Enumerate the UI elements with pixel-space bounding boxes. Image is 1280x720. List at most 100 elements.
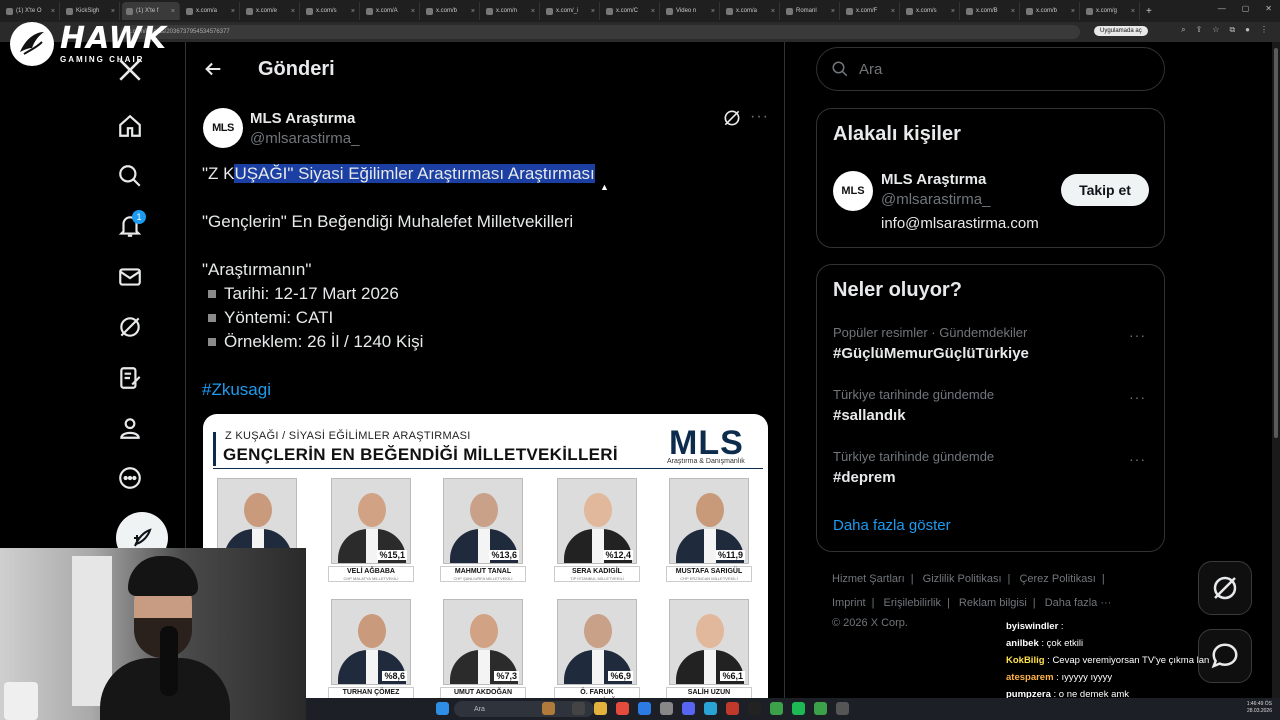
- taskbar-app-icon[interactable]: [660, 702, 673, 715]
- browser-tab[interactable]: x.com/e ×: [242, 2, 300, 20]
- tab-close-icon[interactable]: ×: [471, 8, 475, 15]
- footer-link[interactable]: Reklam bilgisi: [959, 597, 1027, 609]
- tab-close-icon[interactable]: ×: [171, 8, 175, 15]
- browser-tab[interactable]: Video n ×: [662, 2, 720, 20]
- related-handle[interactable]: @mlsarastirma_: [881, 191, 990, 208]
- file-explorer-icon[interactable]: [594, 702, 607, 715]
- browser-tab[interactable]: (1) X'te f ×: [122, 2, 180, 20]
- trend-more-icon[interactable]: ···: [1129, 451, 1146, 467]
- taskbar-app-icon[interactable]: [572, 702, 585, 715]
- extensions-icon[interactable]: ⧉: [1229, 25, 1235, 35]
- post-more-icon[interactable]: ···: [750, 108, 769, 126]
- zoom-icon[interactable]: ⌕: [1181, 25, 1185, 35]
- trend-item[interactable]: #sallandık: [833, 407, 906, 424]
- taskbar-app-icon[interactable]: [814, 702, 827, 715]
- hashtag-link[interactable]: #Zkusagi: [202, 380, 271, 400]
- footer-link[interactable]: Imprint: [832, 597, 866, 609]
- follow-button[interactable]: Takip et: [1061, 174, 1149, 206]
- profile-icon[interactable]: ●: [1245, 25, 1250, 35]
- back-arrow-icon[interactable]: [202, 58, 224, 85]
- browser-tab[interactable]: x.com/n ×: [482, 2, 540, 20]
- grok-floating-button[interactable]: [1198, 561, 1252, 615]
- taskbar-widget-icon[interactable]: [542, 702, 555, 715]
- scrollbar-thumb[interactable]: [1274, 48, 1278, 438]
- browser-tab[interactable]: (1) X'te O ×: [2, 2, 60, 20]
- browser-tab[interactable]: x.com/A ×: [362, 2, 420, 20]
- browser-tab[interactable]: x.com/C ×: [602, 2, 660, 20]
- windows-start-icon[interactable]: [436, 702, 449, 715]
- tab-close-icon[interactable]: ×: [1011, 8, 1015, 15]
- author-avatar[interactable]: MLS: [203, 108, 243, 148]
- taskbar-app-icon[interactable]: [704, 702, 717, 715]
- footer-link[interactable]: Daha fazla ···: [1045, 597, 1112, 609]
- tab-close-icon[interactable]: ×: [1131, 8, 1135, 15]
- tab-close-icon[interactable]: ×: [411, 8, 415, 15]
- share-icon[interactable]: ⇪: [1196, 25, 1203, 35]
- tab-close-icon[interactable]: ×: [231, 8, 235, 15]
- more-options-icon[interactable]: [116, 464, 144, 492]
- footer-link[interactable]: Gizlilik Politikası: [923, 573, 1002, 585]
- taskbar-app-icon[interactable]: [726, 702, 739, 715]
- search-icon[interactable]: [116, 162, 144, 190]
- tab-close-icon[interactable]: ×: [1071, 8, 1075, 15]
- url-field[interactable]: x.com/i/status/2036737954534576377: [120, 25, 1080, 39]
- tab-close-icon[interactable]: ×: [891, 8, 895, 15]
- show-more-link[interactable]: Daha fazla göster: [833, 517, 951, 534]
- grok-explain-icon[interactable]: [722, 108, 742, 133]
- profile-icon[interactable]: [116, 414, 144, 442]
- browser-tab[interactable]: x.com/_i ×: [542, 2, 600, 20]
- browser-tab[interactable]: x.com/a ×: [182, 2, 240, 20]
- author-name[interactable]: MLS Araştırma: [250, 110, 355, 127]
- new-tab-icon[interactable]: +: [1146, 6, 1152, 17]
- tab-close-icon[interactable]: ×: [531, 8, 535, 15]
- tab-close-icon[interactable]: ×: [711, 8, 715, 15]
- messages-mail-icon[interactable]: [116, 263, 144, 291]
- browser-tab[interactable]: x.com/b ×: [422, 2, 480, 20]
- footer-link[interactable]: Hizmet Şartları: [832, 573, 905, 585]
- footer-link[interactable]: Çerez Politikası: [1019, 573, 1095, 585]
- taskbar-app-icon[interactable]: [748, 702, 761, 715]
- trend-item[interactable]: #deprem: [833, 469, 896, 486]
- search-input[interactable]: Ara: [816, 47, 1165, 91]
- tab-close-icon[interactable]: ×: [771, 8, 775, 15]
- discord-icon[interactable]: [682, 702, 695, 715]
- tab-close-icon[interactable]: ×: [951, 8, 955, 15]
- tab-close-icon[interactable]: ×: [351, 8, 355, 15]
- related-name[interactable]: MLS Araştırma: [881, 171, 986, 188]
- browser-tab[interactable]: x.com/a ×: [722, 2, 780, 20]
- open-in-app-button[interactable]: Uygulamada aç: [1094, 26, 1148, 36]
- tab-close-icon[interactable]: ×: [831, 8, 835, 15]
- minimize-icon[interactable]: —: [1218, 4, 1226, 13]
- trend-more-icon[interactable]: ···: [1129, 327, 1146, 343]
- browser-tab[interactable]: x.com/s ×: [302, 2, 360, 20]
- browser-tab[interactable]: Romanl ×: [782, 2, 840, 20]
- trend-more-icon[interactable]: ···: [1129, 389, 1146, 405]
- taskbar-app-icon[interactable]: [836, 702, 849, 715]
- maximize-icon[interactable]: ▢: [1242, 4, 1250, 13]
- x-logo-icon[interactable]: [116, 56, 144, 84]
- tab-close-icon[interactable]: ×: [651, 8, 655, 15]
- home-icon[interactable]: [116, 112, 144, 140]
- browser-tab[interactable]: x.com/g ×: [1082, 2, 1140, 20]
- browser-tab[interactable]: x.com/B ×: [962, 2, 1020, 20]
- taskbar-app-icon[interactable]: [770, 702, 783, 715]
- tab-close-icon[interactable]: ×: [111, 8, 115, 15]
- browser-tab[interactable]: x.com/F ×: [842, 2, 900, 20]
- footer-link[interactable]: Erişilebilirlik: [884, 597, 941, 609]
- browser-tab[interactable]: x.com/b ×: [1022, 2, 1080, 20]
- bookmark-star-icon[interactable]: ☆: [1212, 25, 1219, 35]
- lists-icon[interactable]: [116, 364, 144, 392]
- tab-close-icon[interactable]: ×: [591, 8, 595, 15]
- tab-close-icon[interactable]: ×: [51, 8, 55, 15]
- author-handle[interactable]: @mlsarastirma_: [250, 130, 359, 147]
- chrome-icon[interactable]: [616, 702, 629, 715]
- tab-close-icon[interactable]: ×: [291, 8, 295, 15]
- spotify-icon[interactable]: [792, 702, 805, 715]
- edge-icon[interactable]: [638, 702, 651, 715]
- close-icon[interactable]: ✕: [1265, 4, 1272, 13]
- grok-icon[interactable]: [116, 313, 144, 341]
- browser-tab[interactable]: x.com/s ×: [902, 2, 960, 20]
- trend-item[interactable]: #GüçlüMemurGüçlüTürkiye: [833, 345, 1029, 362]
- related-avatar[interactable]: MLS: [833, 171, 873, 211]
- browser-tab[interactable]: KickSigh ×: [62, 2, 120, 20]
